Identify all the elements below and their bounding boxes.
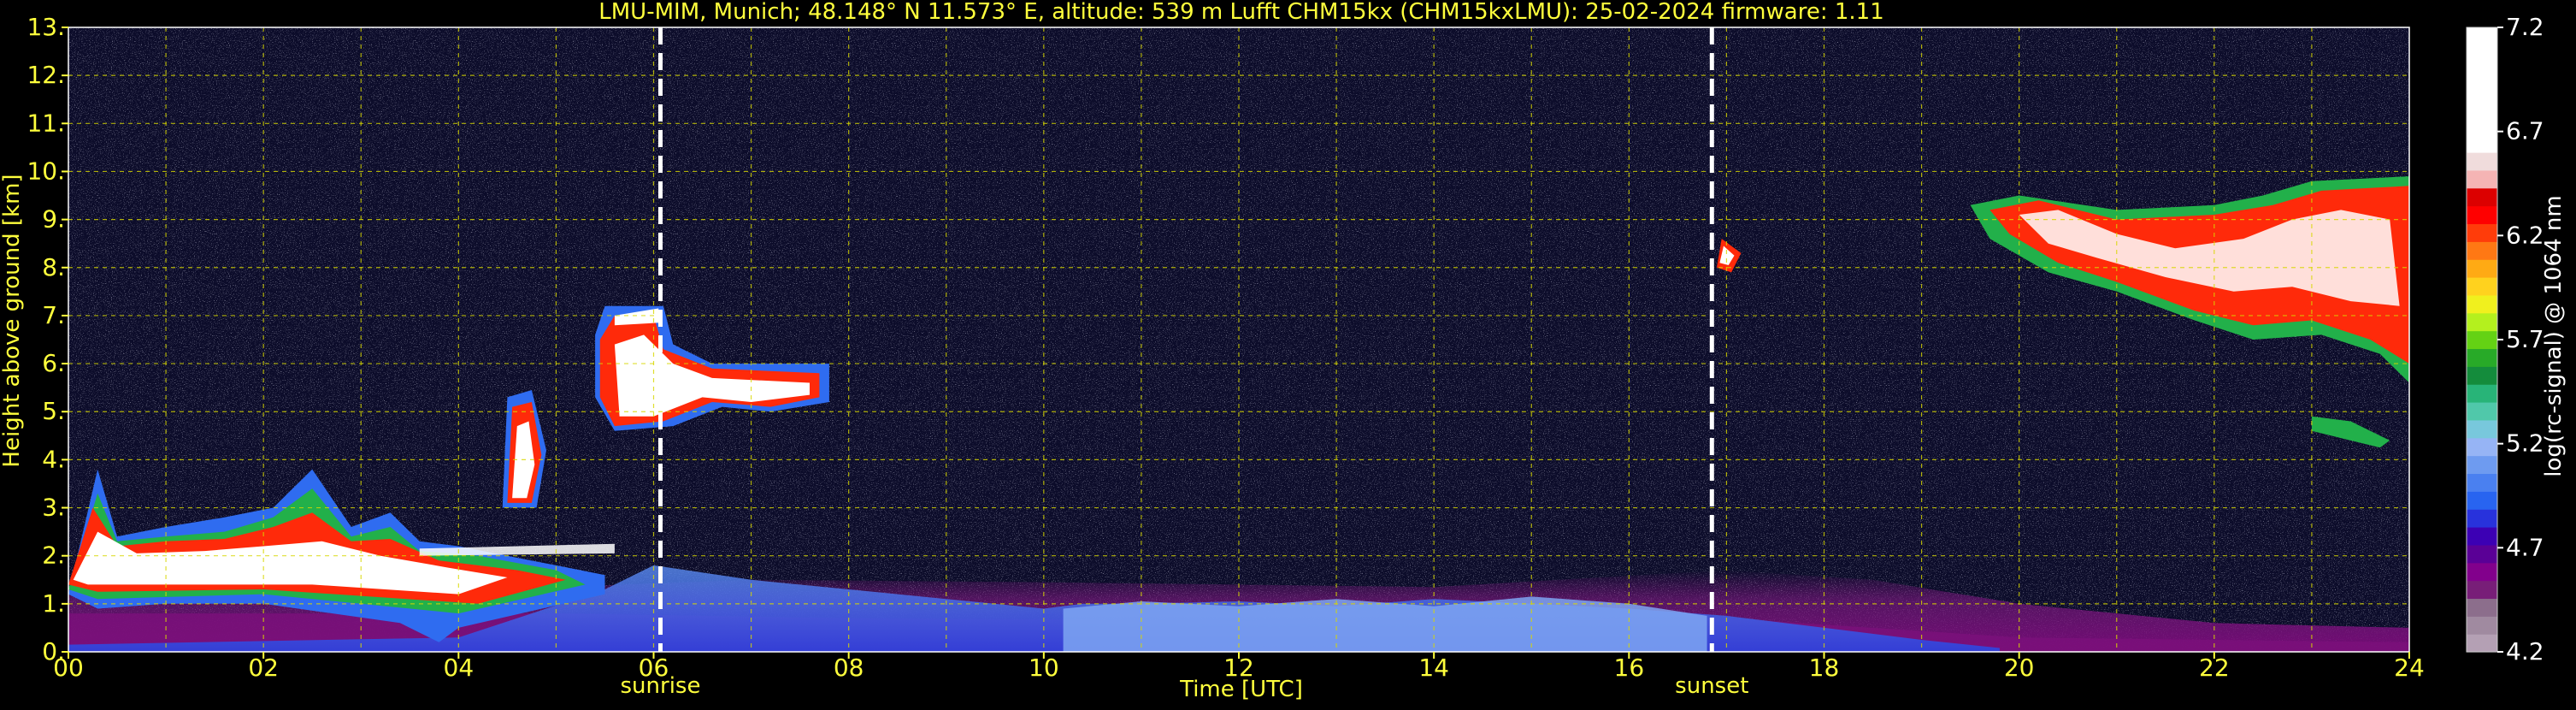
- x-tick-label: 02: [248, 654, 279, 682]
- colorbar-swatch: [2467, 455, 2497, 475]
- y-tick-label: 10.: [27, 157, 65, 185]
- colorbar-tick-label: 7.2: [2506, 13, 2544, 41]
- colorbar-swatch: [2467, 62, 2497, 82]
- x-tick-label: 14: [1418, 654, 1449, 682]
- colorbar-swatch: [2467, 330, 2497, 350]
- y-tick-label: 6.: [42, 349, 65, 377]
- y-axis: 0. 1. 2. 3. 4. 5. 6. 7. 8. 9. 10. 11. 12. 13.: [27, 13, 68, 666]
- colorbar-tick-label: 6.2: [2506, 221, 2544, 249]
- colorbar-swatch: [2467, 205, 2497, 225]
- x-tick-label: 08: [834, 654, 864, 682]
- colorbar-swatch: [2467, 384, 2497, 403]
- ceilometer-chart: sunrise sunset 00 02 04 06 08 10 12 14 16 18 20 22 24…: [0, 0, 2576, 707]
- colorbar-tick-label: 5.2: [2506, 429, 2544, 458]
- colorbar-tick-label: 4.7: [2506, 533, 2544, 561]
- colorbar-swatch: [2467, 437, 2497, 457]
- y-tick-label: 13.: [27, 13, 65, 41]
- x-tick-label: 24: [2394, 654, 2425, 682]
- y-tick-label: 2.: [42, 541, 65, 570]
- y-tick-label: 1.: [42, 589, 65, 618]
- colorbar-tick-label: 4.2: [2506, 637, 2544, 666]
- chart-svg: sunrise sunset 00 02 04 06 08 10 12 14 16 18 20 22 24…: [0, 0, 2567, 702]
- y-tick-label: 7.: [42, 301, 65, 329]
- colorbar-swatch: [2467, 509, 2497, 528]
- colorbar-swatch: [2467, 134, 2497, 153]
- x-tick-label: 06: [639, 654, 669, 682]
- x-tick-label: 04: [444, 654, 475, 682]
- y-tick-label: 3.: [42, 494, 65, 522]
- colorbar-swatch: [2467, 187, 2497, 207]
- y-tick-label: 12.: [27, 61, 65, 89]
- colorbar-swatch: [2467, 312, 2497, 332]
- colorbar-swatch: [2467, 259, 2497, 278]
- colorbar-swatch: [2467, 544, 2497, 564]
- colorbar-swatch: [2467, 152, 2497, 171]
- colorbar-swatch: [2467, 277, 2497, 296]
- colorbar-swatch: [2467, 294, 2497, 314]
- colorbar-swatch: [2467, 366, 2497, 385]
- colorbar-swatch: [2467, 169, 2497, 189]
- x-tick-label: 20: [2004, 654, 2035, 682]
- colorbar-swatch: [2467, 419, 2497, 439]
- colorbar-swatch: [2467, 98, 2497, 117]
- colorbar-tick-label: 5.7: [2506, 325, 2544, 353]
- colorbar-swatch: [2467, 598, 2497, 617]
- colorbar-swatch: [2467, 116, 2497, 135]
- x-tick-label: 22: [2199, 654, 2230, 682]
- colorbar-swatch: [2467, 402, 2497, 421]
- chart-title: LMU-MIM, Munich; 48.148° N 11.573° E, al…: [598, 0, 1883, 25]
- colorbar: 4.2 4.7 5.2 5.7 6.2 6.7 7.2: [2466, 13, 2544, 666]
- x-axis-label: Time [UTC]: [1179, 677, 1303, 702]
- colorbar-swatch: [2467, 241, 2497, 260]
- colorbar-swatch: [2467, 223, 2497, 242]
- y-tick-label: 9.: [42, 205, 65, 234]
- y-tick-label: 11.: [27, 109, 65, 137]
- x-tick-label: 10: [1029, 654, 1059, 682]
- colorbar-swatch: [2467, 473, 2497, 492]
- colorbar-label: log(rc-signal) @ 1064 nm: [2541, 195, 2567, 476]
- colorbar-swatch: [2467, 527, 2497, 546]
- x-tick-label: 16: [1614, 654, 1645, 682]
- colorbar-swatch: [2467, 27, 2497, 46]
- colorbar-swatch: [2467, 634, 2497, 653]
- x-tick-label: 18: [1809, 654, 1840, 682]
- y-tick-label: 5.: [42, 397, 65, 425]
- colorbar-swatch: [2467, 580, 2497, 600]
- colorbar-swatch: [2467, 562, 2497, 582]
- y-tick-label: 4.: [42, 445, 65, 473]
- colorbar-swatch: [2467, 491, 2497, 510]
- colorbar-swatch: [2467, 348, 2497, 367]
- y-axis-label: Height above ground [km]: [0, 174, 25, 467]
- colorbar-tick-label: 6.7: [2506, 117, 2544, 145]
- y-tick-label: 8.: [42, 253, 65, 281]
- colorbar-swatch: [2467, 80, 2497, 100]
- colorbar-swatch: [2467, 616, 2497, 635]
- y-tick-label: 0.: [42, 637, 65, 666]
- sunset-label: sunset: [1675, 673, 1748, 699]
- convective-plumes: [1063, 596, 1707, 652]
- colorbar-swatch: [2467, 44, 2497, 64]
